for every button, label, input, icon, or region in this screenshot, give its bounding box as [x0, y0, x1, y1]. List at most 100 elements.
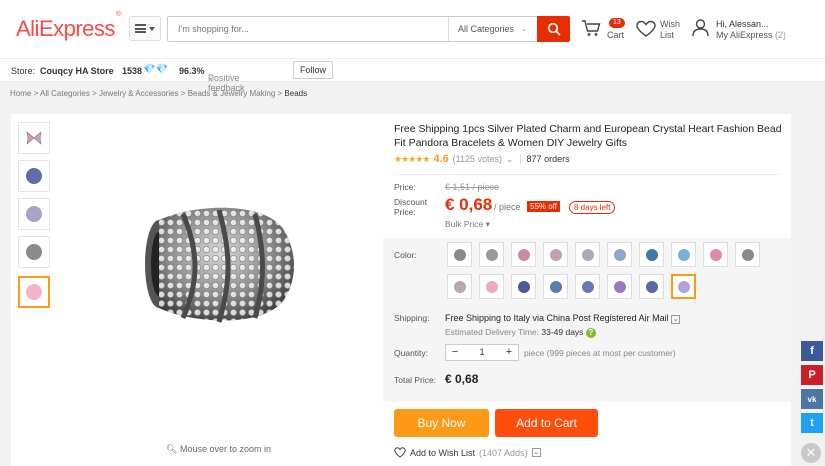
pinterest-icon: P: [808, 369, 816, 381]
account-menu[interactable]: Hi, Alessan... My AliExpress (2): [716, 19, 786, 41]
color-swatch[interactable]: [671, 242, 696, 267]
votes-count[interactable]: (1125 votes): [453, 154, 502, 164]
increase-quantity-button[interactable]: +: [500, 345, 518, 360]
breadcrumb-all-categories[interactable]: All Categories: [40, 89, 90, 98]
color-swatch[interactable]: [639, 274, 664, 299]
color-swatch[interactable]: [447, 274, 472, 299]
buy-now-button[interactable]: Buy Now: [394, 409, 489, 437]
category-select[interactable]: All Categories ⌄: [448, 17, 537, 41]
quantity-input[interactable]: 1: [464, 345, 500, 360]
close-share-button[interactable]: ✕: [801, 443, 821, 463]
vk-share-button[interactable]: vk: [801, 389, 823, 409]
thumbnail-1[interactable]: [18, 122, 50, 154]
color-swatch[interactable]: [607, 242, 632, 267]
color-swatch[interactable]: [447, 242, 472, 267]
chevron-down-icon[interactable]: ⌄: [506, 154, 514, 165]
swatch-bead-image: [677, 280, 690, 293]
decrease-quantity-button[interactable]: −: [446, 345, 464, 360]
color-swatch[interactable]: [671, 274, 696, 299]
color-swatch[interactable]: [543, 274, 568, 299]
chevron-down-icon: ⌄: [671, 315, 681, 324]
aliexpress-logo[interactable]: AliExpress®: [16, 11, 121, 42]
swatch-bead-image: [709, 248, 722, 261]
breadcrumb-beads-making[interactable]: Beads & Jewelry Making: [188, 89, 276, 98]
breadcrumb-current: Beads: [284, 89, 308, 98]
color-swatch[interactable]: [479, 242, 504, 267]
product-main-image[interactable]: [139, 182, 295, 346]
my-aliexpress-link[interactable]: My AliExpress: [716, 30, 773, 40]
breadcrumb-jewelry[interactable]: Jewelry & Accessories: [99, 89, 179, 98]
swatch-bead-image: [677, 248, 690, 261]
thumbnail-3[interactable]: [18, 198, 50, 230]
add-to-wishlist-link[interactable]: Add to Wish List (1407 Adds) ⌄: [394, 447, 541, 458]
wishlist-label[interactable]: Wish List: [660, 19, 680, 41]
quantity-note: piece (999 pieces at most per customer): [524, 348, 676, 358]
add-to-cart-button[interactable]: Add to Cart: [495, 409, 598, 437]
search-input[interactable]: [168, 17, 446, 41]
thumbnail-2[interactable]: [18, 160, 50, 192]
facebook-icon: f: [810, 345, 814, 357]
cart-label[interactable]: Cart: [607, 30, 624, 41]
rating-score: 4.6: [433, 153, 449, 165]
breadcrumb: Home > All Categories > Jewelry & Access…: [10, 89, 308, 98]
chevron-down-icon[interactable]: ⌄: [531, 448, 541, 457]
follow-button[interactable]: Follow: [293, 61, 334, 79]
pinterest-share-button[interactable]: P: [801, 365, 823, 385]
star-rating-icon: ★★★★★: [394, 153, 430, 164]
color-swatch[interactable]: [479, 274, 504, 299]
wishlist-link[interactable]: [636, 20, 656, 41]
zoom-hint: 🔍︎ Mouse over to zoom in: [166, 444, 271, 455]
search-icon: [547, 22, 560, 36]
color-swatch[interactable]: [575, 274, 600, 299]
rating-row: ★★★★★ 4.6 (1125 votes) ⌄ 877 orders: [394, 153, 570, 165]
color-swatch[interactable]: [575, 242, 600, 267]
category-select-value: All Categories: [458, 24, 515, 34]
discount-price-label: Discount Price:: [394, 197, 427, 217]
zoom-hint-text: Mouse over to zoom in: [179, 444, 271, 454]
diamond-icon: 💎💎: [143, 64, 168, 75]
wishlist-count: (1407 Adds): [479, 447, 528, 458]
swatch-bead-image: [485, 248, 498, 261]
discount-price: € 0,68: [445, 195, 493, 214]
category-menu-button[interactable]: [129, 16, 161, 41]
heart-icon: [394, 447, 406, 458]
color-swatch[interactable]: [639, 242, 664, 267]
discount-label-line1: Discount: [394, 197, 428, 207]
swatch-bead-image: [453, 248, 466, 261]
breadcrumb-home[interactable]: Home: [10, 89, 31, 98]
facebook-share-button[interactable]: f: [801, 341, 823, 361]
color-swatch[interactable]: [543, 242, 568, 267]
color-swatch[interactable]: [511, 274, 536, 299]
butterfly-bead-thumb: [26, 131, 42, 145]
twitter-share-button[interactable]: t: [801, 413, 823, 433]
caret-down-icon: ▾: [485, 219, 490, 229]
product-title: Free Shipping 1pcs Silver Plated Charm a…: [394, 123, 782, 149]
color-swatch[interactable]: [703, 242, 728, 267]
bulk-price-link[interactable]: Bulk Price ▾: [445, 219, 490, 230]
store-name[interactable]: Couqcy HA Store: [40, 66, 114, 76]
quantity-stepper: − 1 +: [445, 344, 519, 361]
blue-bead-thumb: [26, 168, 42, 184]
swatch-bead-image: [613, 248, 626, 261]
menu-icon: [135, 24, 146, 33]
thumbnail-5[interactable]: [18, 276, 50, 308]
magnifier-icon: 🔍︎: [166, 444, 178, 454]
search-button[interactable]: [537, 16, 570, 42]
delivery-label: Estimated Delivery Time:: [445, 327, 539, 337]
swatch-bead-image: [645, 280, 658, 293]
wishlist-label-line2: List: [660, 30, 675, 40]
color-swatch[interactable]: [511, 242, 536, 267]
orders-count: 877 orders: [526, 154, 570, 164]
swatch-bead-image: [613, 280, 626, 293]
divider: [394, 174, 780, 175]
thumbnail-4[interactable]: [18, 236, 50, 268]
shipping-method[interactable]: Free Shipping to Italy via China Post Re…: [445, 313, 681, 324]
swatch-bead-image: [549, 248, 562, 261]
caret-down-icon: [149, 26, 155, 31]
help-icon[interactable]: ?: [585, 328, 596, 338]
color-swatch[interactable]: [607, 274, 632, 299]
account-link[interactable]: [691, 18, 710, 40]
account-count: (2): [775, 30, 787, 40]
cart-link[interactable]: [581, 19, 602, 40]
color-swatch[interactable]: [735, 242, 760, 267]
